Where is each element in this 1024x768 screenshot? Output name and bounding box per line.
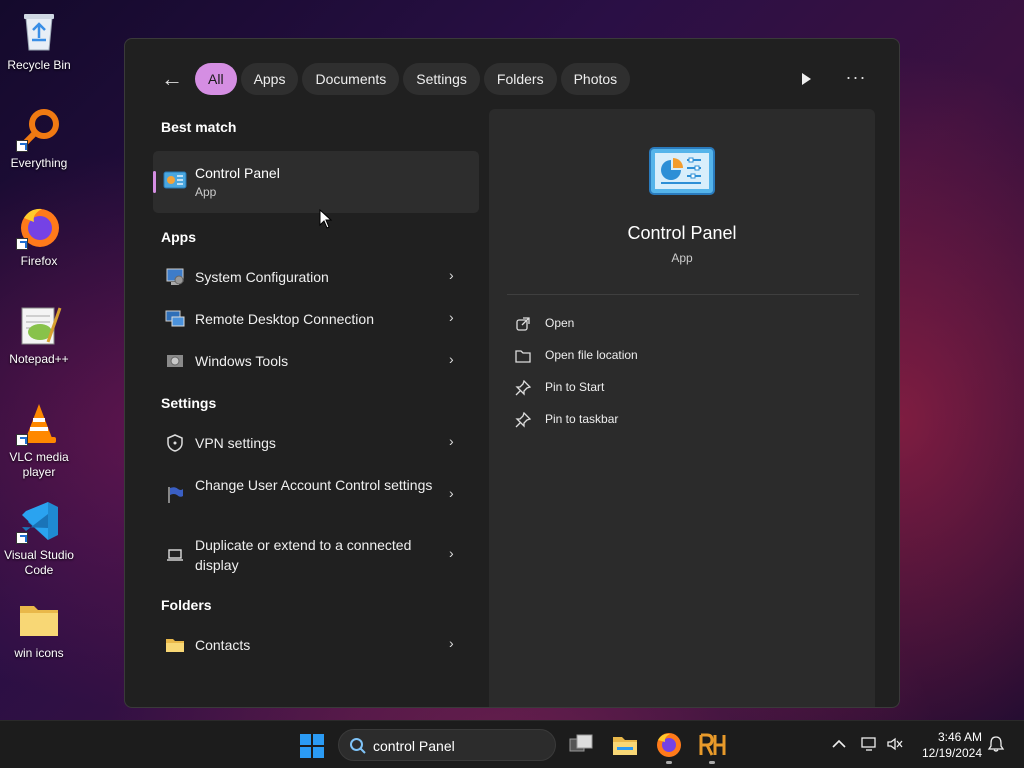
windows-tools-icon [165, 351, 185, 376]
filter-apps[interactable]: Apps [240, 63, 299, 95]
task-view-icon[interactable] [567, 731, 595, 759]
filter-settings[interactable]: Settings [403, 63, 480, 95]
action-open-file-location[interactable]: Open file location [515, 346, 815, 366]
windows-start-icon[interactable] [299, 733, 325, 759]
search-icon [350, 738, 366, 754]
preview-title: Control Panel [627, 223, 737, 243]
action-open[interactable]: Open [515, 314, 815, 334]
chevron-up-icon[interactable] [830, 735, 848, 753]
play-icon[interactable] [793, 66, 819, 92]
shortcut-arrow-icon [16, 434, 28, 446]
filter-documents[interactable]: Documents [302, 63, 400, 95]
chevron-right-icon[interactable]: › [449, 267, 454, 283]
chevron-right-icon[interactable]: › [449, 351, 454, 367]
desktop-icon-notepad-plus-plus[interactable]: Notepad++ [2, 302, 76, 367]
filter-photos[interactable]: Photos [560, 63, 631, 95]
running-indicator [709, 761, 715, 764]
remote-desktop-icon [165, 309, 185, 334]
action-pin-to-taskbar[interactable]: Pin to taskbar [515, 410, 815, 430]
rh-app-icon[interactable] [698, 731, 726, 759]
uac-flag-icon [165, 485, 185, 510]
control-panel-icon [163, 171, 187, 196]
folder-open-icon [515, 350, 531, 363]
pin-icon [515, 380, 531, 396]
clock-date: 12/19/2024 [921, 746, 982, 760]
taskbar-search-input[interactable] [373, 736, 543, 756]
best-match-heading: Best match [161, 119, 237, 135]
desktop-icon-vscode[interactable]: Visual Studio Code [2, 498, 76, 578]
best-match-control-panel[interactable]: Control Panel App [153, 151, 479, 213]
notepad-plus-plus-icon [21, 307, 62, 345]
system-clock[interactable]: 3:46 AM 12/19/2024 [912, 729, 982, 761]
desktop-icon-vlc[interactable]: VLC media player [2, 400, 76, 480]
desktop-icon-firefox[interactable]: Firefox [2, 204, 76, 269]
recycle-bin-icon [24, 14, 54, 51]
pin-icon [515, 412, 531, 428]
preview-divider [507, 294, 859, 295]
running-indicator [666, 761, 672, 764]
chevron-right-icon[interactable]: › [449, 545, 454, 561]
filter-tabs: All Apps Documents Settings Folders Phot… [195, 63, 631, 95]
preview-pane: Control Panel App Open Open file locatio… [489, 109, 875, 707]
best-match-title: Control Panel [195, 165, 280, 181]
desktop-icon-everything[interactable]: Everything [2, 106, 76, 171]
mouse-cursor-icon [319, 209, 333, 229]
filter-folders[interactable]: Folders [483, 63, 557, 95]
chevron-right-icon[interactable]: › [449, 635, 454, 651]
desktop-icon-recycle-bin[interactable]: Recycle Bin [2, 8, 76, 73]
best-match-subtitle: App [195, 185, 217, 199]
folder-icon [165, 635, 185, 660]
taskbar: 3:46 AM 12/19/2024 [0, 720, 1024, 768]
shortcut-arrow-icon [16, 140, 28, 152]
file-explorer-icon[interactable] [611, 731, 639, 759]
control-panel-large-icon [649, 147, 715, 202]
system-configuration-icon [165, 267, 185, 292]
folder-icon [20, 606, 58, 636]
selection-indicator [153, 171, 156, 193]
back-arrow-icon[interactable]: ← [161, 67, 187, 91]
folders-heading: Folders [161, 597, 212, 613]
action-pin-to-start[interactable]: Pin to Start [515, 378, 815, 398]
apps-heading: Apps [161, 229, 196, 245]
chevron-right-icon[interactable]: › [449, 433, 454, 449]
desktop-icon-win-icons[interactable]: win icons [2, 596, 76, 661]
open-external-icon [516, 317, 530, 331]
shortcut-arrow-icon [16, 238, 28, 250]
notification-bell-icon[interactable] [987, 735, 1005, 753]
chevron-right-icon[interactable]: › [449, 485, 454, 501]
preview-subtitle: App [671, 251, 693, 265]
search-menu: ← All Apps Documents Settings Folders Ph… [124, 38, 900, 708]
volume-muted-icon[interactable] [886, 735, 904, 753]
chevron-right-icon[interactable]: › [449, 309, 454, 325]
settings-heading: Settings [161, 395, 217, 411]
shortcut-arrow-icon [16, 532, 28, 544]
more-options-icon[interactable]: ··· [843, 66, 869, 92]
network-icon[interactable] [860, 735, 878, 753]
laptop-icon [165, 545, 185, 570]
filter-all[interactable]: All [195, 63, 237, 95]
shield-icon [165, 433, 185, 458]
clock-time: 3:46 AM [937, 730, 982, 744]
firefox-taskbar-icon[interactable] [655, 731, 683, 759]
taskbar-search-box[interactable] [338, 729, 556, 761]
